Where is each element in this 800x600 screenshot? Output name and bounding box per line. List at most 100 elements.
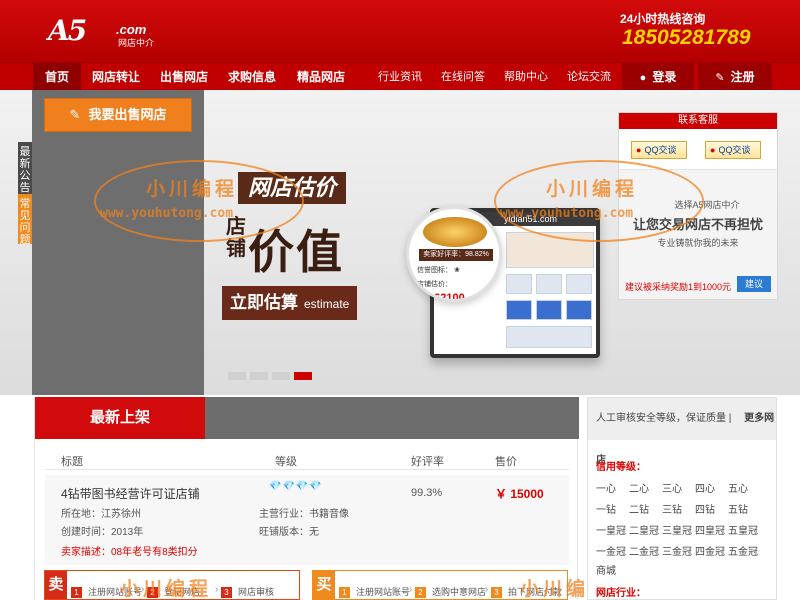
sell-badge: 卖	[45, 571, 67, 599]
shop-valuation: 店铺估价：￥462100	[417, 279, 499, 299]
level-link[interactable]: 一钻	[596, 501, 616, 516]
level-link[interactable]: 二钻	[629, 501, 649, 516]
nav-premium-shops[interactable]: 精品网店	[289, 63, 353, 91]
listing-row[interactable]: 4钻带图书经营许可证店铺 💎💎💎💎 99.3% ￥ 15000 所在地：江苏徐州…	[45, 475, 569, 565]
slide-dot[interactable]	[272, 372, 290, 380]
shop-industry-label: 网店行业：	[596, 588, 646, 599]
register-label: 注册	[730, 70, 755, 84]
qq-icon: ●	[710, 145, 716, 155]
level-link[interactable]: 五心	[728, 480, 748, 495]
listing-title: 最新上架	[35, 397, 205, 439]
listing-header: 最新上架	[35, 397, 579, 439]
level-link[interactable]: 一金冠	[596, 543, 626, 558]
faq-tab[interactable]: 常见问题	[18, 194, 32, 246]
seller-rating: 卖家好评率：98.82%	[419, 249, 493, 261]
credit-level-label: 信用等级：	[596, 462, 646, 473]
shop-valuation-label: 店铺估价：	[417, 281, 452, 288]
nav-shop-transfer[interactable]: 网店转让	[84, 63, 148, 91]
level-link[interactable]: 四钻	[695, 501, 715, 516]
nav-home[interactable]: 首页	[33, 63, 81, 91]
column-header-rating: 好评率	[411, 456, 444, 468]
login-label: 登录	[652, 70, 677, 84]
watermark-url: www.youhutong.com	[500, 206, 634, 221]
level-link[interactable]: 二皇冠	[629, 522, 659, 537]
level-link[interactable]: 三钻	[662, 501, 682, 516]
nav-online-qa[interactable]: 在线问答	[435, 63, 491, 91]
mockup-block	[506, 326, 592, 348]
listing-item-description: 卖家描述：08年老号有8类扣分	[61, 547, 198, 558]
hotline-number: 18505281789	[622, 26, 751, 49]
pencil-icon: ✎	[715, 72, 725, 84]
nav-wanted[interactable]: 求购信息	[220, 63, 284, 91]
buy-step-2[interactable]: 2 选购中意网店	[415, 585, 486, 598]
level-link[interactable]: 五金冠	[728, 543, 758, 558]
slide-dot-active[interactable]	[294, 372, 312, 380]
nav-sell-shop[interactable]: 出售网店	[152, 63, 216, 91]
level-link[interactable]: 一心	[596, 480, 616, 495]
mockup-block	[566, 300, 592, 320]
logo-tagline: 网店中介	[118, 38, 155, 48]
nav-forum[interactable]: 论坛交流	[561, 63, 617, 91]
mockup-block	[536, 274, 562, 294]
site-header: A5 .com 网店中介 24小时热线咨询 18505281789	[0, 0, 800, 62]
diamond-level-icons: 💎💎💎💎	[269, 481, 323, 492]
column-header-level: 等级	[275, 456, 297, 468]
level-link[interactable]: 四金冠	[695, 543, 725, 558]
suggestion-reward-link[interactable]: 建议被采纳奖励1到1000元	[625, 280, 731, 293]
crown-icon	[423, 217, 487, 247]
level-link[interactable]: 三心	[662, 480, 682, 495]
mockup-block	[566, 274, 592, 294]
mockup-block	[506, 274, 532, 294]
mockup-block	[536, 300, 562, 320]
sidebar-slogan: 人工审核安全等级，保证质量	[596, 413, 726, 424]
listing-item-location: 所在地：江苏徐州	[61, 509, 141, 520]
suggest-button[interactable]: 建议	[737, 276, 771, 292]
notice-tab[interactable]: 最新公告	[18, 142, 32, 194]
level-link[interactable]: 五皇冠	[728, 522, 758, 537]
step-arrow: ›	[215, 584, 219, 595]
hero-banner[interactable]: ✎ 我要出售网店 网店估价 店铺价值 立即估算 estimate yidian51.…	[0, 90, 800, 395]
listing-item-title[interactable]: 4钻带图书经营许可证店铺	[61, 485, 200, 502]
listing-item-created: 创建时间：2013年	[61, 527, 144, 538]
filter-sidebar: 人工审核安全等级，保证质量 | 更多网店 信用等级： 一心 二心 三心 四心 五…	[587, 397, 777, 600]
nav-help-center[interactable]: 帮助中心	[498, 63, 554, 91]
banner-left-panel	[32, 90, 204, 395]
buy-step-1[interactable]: 1 注册网站账号	[339, 585, 410, 598]
level-link[interactable]: 一皇冠	[596, 522, 626, 537]
register-button[interactable]: ✎ 注册	[698, 63, 772, 91]
level-link[interactable]: 五钻	[728, 501, 748, 516]
listing-item-rating: 99.3%	[411, 487, 443, 499]
watermark-ellipse	[494, 160, 704, 242]
level-link[interactable]: 二金冠	[629, 543, 659, 558]
slide-dot[interactable]	[228, 372, 246, 380]
qq-chat-button-2[interactable]: ● QQ交谈	[705, 141, 761, 159]
valuation-circle: 卖家好评率：98.82% 信誉图标： ❀ 店铺估价：￥462100	[406, 206, 502, 302]
divider	[45, 469, 569, 470]
mockup-block	[506, 300, 532, 320]
nav-industry-news[interactable]: 行业资讯	[372, 63, 428, 91]
watermark-text: 小川编程	[146, 179, 239, 200]
step-arrow: ›	[409, 584, 413, 595]
credit-icon-label: 信誉图标： ❀	[417, 267, 460, 274]
sidebar-header: 人工审核安全等级，保证质量 | 更多网店	[588, 398, 776, 466]
login-button[interactable]: ● 登录	[622, 63, 694, 91]
level-link[interactable]: 四皇冠	[695, 522, 725, 537]
sell-shop-button[interactable]: ✎ 我要出售网店	[44, 98, 192, 132]
watermark-text: 小川编程	[120, 579, 213, 600]
faq-tab-label: 常见问题	[19, 198, 31, 246]
edit-icon: ✎	[69, 107, 81, 122]
qq-chat-button-1[interactable]: ● QQ交谈	[631, 141, 687, 159]
level-link[interactable]: 二心	[629, 480, 649, 495]
estimate-button[interactable]: 立即估算 estimate	[222, 286, 358, 320]
hotline-label: 24小时热线咨询	[620, 12, 706, 26]
column-header-title: 标题	[61, 456, 83, 468]
level-link[interactable]: 三皇冠	[662, 522, 692, 537]
step-arrow: ›	[485, 584, 489, 595]
level-link[interactable]: 四心	[695, 480, 715, 495]
buy-badge: 买	[313, 571, 335, 599]
sell-step-3[interactable]: 3 网店审核	[221, 585, 274, 598]
level-link[interactable]: 三金冠	[662, 543, 692, 558]
site-logo[interactable]: A5 .com 网店中介	[48, 12, 158, 48]
mall-link[interactable]: 商城	[596, 562, 616, 577]
slide-dot[interactable]	[250, 372, 268, 380]
